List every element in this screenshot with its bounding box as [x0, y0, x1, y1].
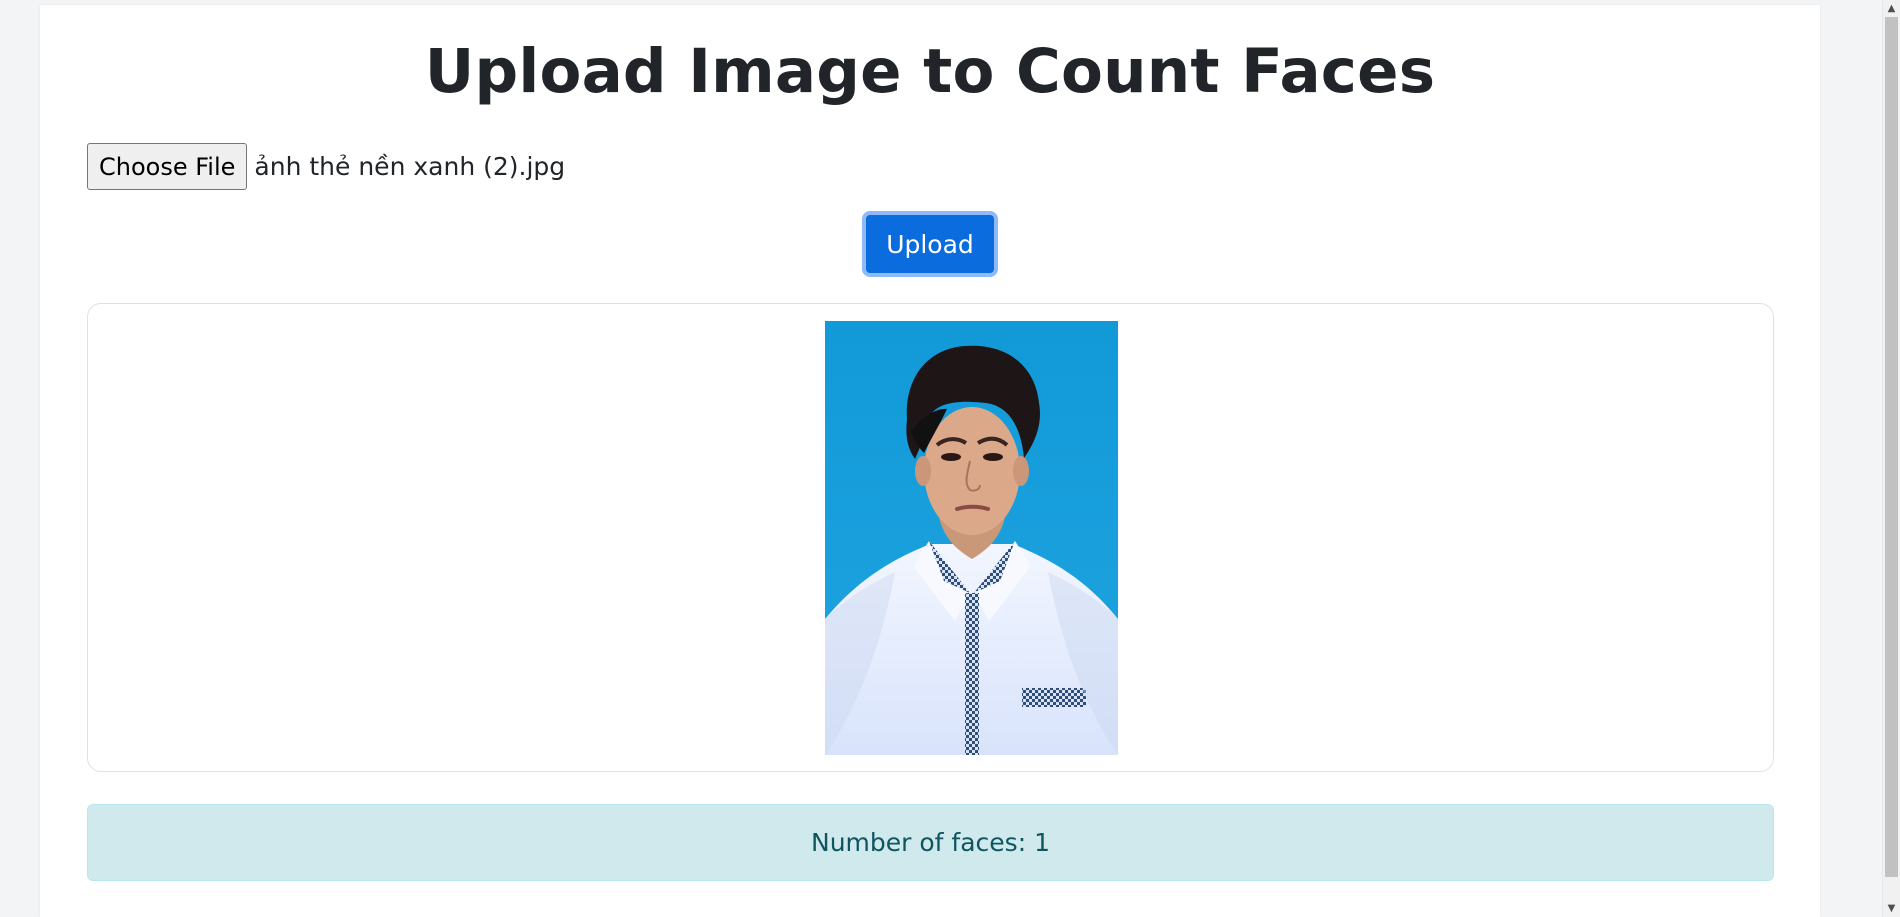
page: Upload Image to Count Faces Choose File …	[0, 0, 1900, 917]
image-preview-card	[87, 303, 1774, 772]
main-container: Upload Image to Count Faces Choose File …	[40, 5, 1820, 917]
upload-button-row: Upload	[40, 211, 1820, 277]
uploaded-photo	[825, 321, 1118, 755]
scroll-up-arrow-icon[interactable]: ▲	[1883, 0, 1900, 17]
portrait-illustration	[825, 321, 1118, 755]
vertical-scrollbar[interactable]: ▲ ▼	[1882, 0, 1900, 917]
face-count-result: Number of faces: 1	[87, 804, 1774, 881]
upload-button[interactable]: Upload	[862, 211, 998, 277]
choose-file-button[interactable]: Choose File	[87, 143, 248, 190]
selected-file-name: ảnh thẻ nền xanh (2).jpg	[254, 152, 566, 181]
file-input-row: Choose File ảnh thẻ nền xanh (2).jpg	[87, 143, 565, 190]
page-title: Upload Image to Count Faces	[424, 36, 1436, 107]
scroll-down-arrow-icon[interactable]: ▼	[1883, 900, 1900, 917]
scrollbar-thumb[interactable]	[1885, 17, 1898, 877]
